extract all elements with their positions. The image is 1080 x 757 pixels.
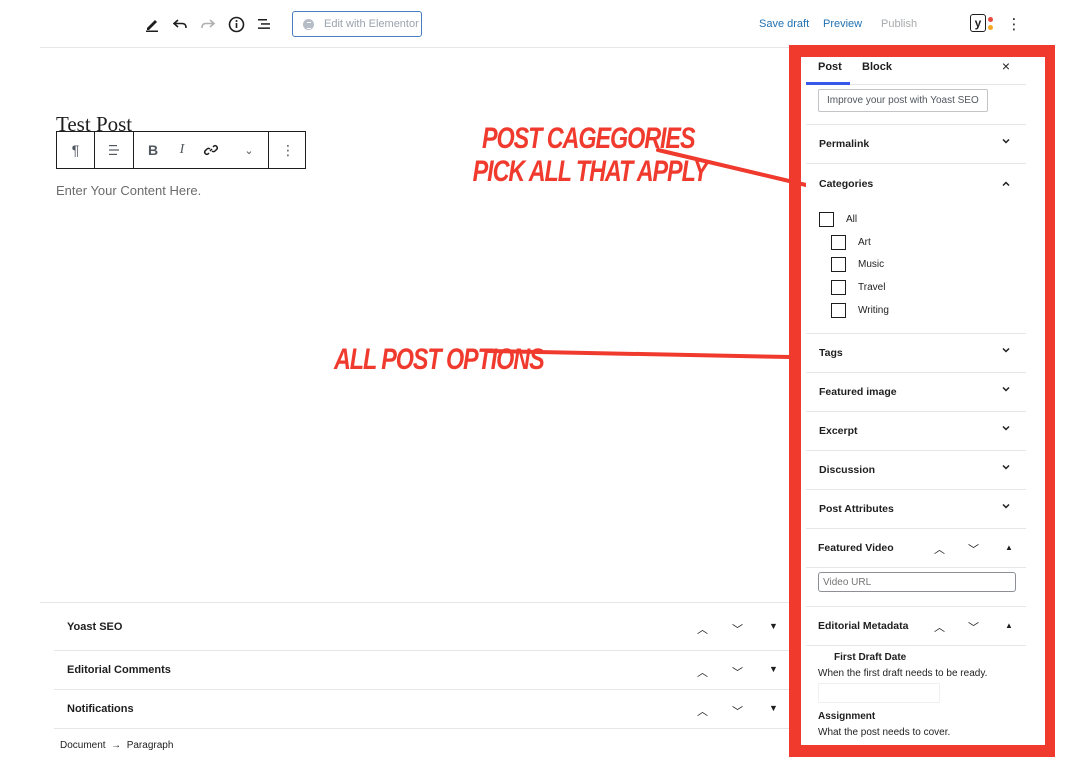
annotation-categories-line1: POST CAGEGORIES bbox=[482, 122, 696, 155]
move-down-icon[interactable]: ﹀ bbox=[732, 621, 743, 637]
paragraph-block[interactable]: Enter Your Content Here. bbox=[56, 183, 201, 198]
block-toolbar: ¶ B I ⌄ ⋮ bbox=[56, 131, 306, 169]
top-toolbar: Edit with Elementor Save draft Preview P… bbox=[40, 0, 1050, 48]
yoast-logo-icon[interactable]: y bbox=[970, 14, 993, 34]
preview-button[interactable]: Preview bbox=[823, 18, 862, 30]
info-icon[interactable] bbox=[224, 12, 248, 36]
align-icon[interactable] bbox=[95, 132, 133, 168]
meta-boxes: Yoast SEO ︿ ﹀ ▼ Editorial Comments ︿ ﹀ ▼… bbox=[40, 602, 790, 729]
elementor-button-label: Edit with Elementor bbox=[324, 18, 419, 30]
publish-button[interactable]: Publish bbox=[881, 18, 917, 30]
redo-icon[interactable] bbox=[196, 12, 220, 36]
annotation-categories-line2: PICK ALL THAT APPLY bbox=[472, 155, 709, 188]
meta-box-notifications[interactable]: Notifications ︿ ﹀ ▼ bbox=[54, 690, 790, 729]
edit-with-elementor-button[interactable]: Edit with Elementor bbox=[292, 11, 422, 37]
move-down-icon[interactable]: ﹀ bbox=[732, 703, 743, 719]
list-view-icon[interactable] bbox=[252, 12, 276, 36]
annotation-categories: POST CAGEGORIES PICK ALL THAT APPLY bbox=[473, 122, 709, 187]
block-breadcrumb[interactable]: Document → Paragraph bbox=[60, 740, 173, 751]
save-draft-button[interactable]: Save draft bbox=[759, 18, 809, 30]
meta-box-label: Yoast SEO bbox=[67, 620, 123, 633]
move-up-icon[interactable]: ︿ bbox=[697, 621, 708, 637]
toggle-panel-icon[interactable]: ▼ bbox=[769, 621, 778, 631]
meta-box-yoast[interactable]: Yoast SEO ︿ ﹀ ▼ bbox=[54, 603, 790, 651]
more-options-icon[interactable]: ⋮ bbox=[1002, 12, 1026, 36]
meta-box-label: Notifications bbox=[67, 703, 134, 715]
move-up-icon[interactable]: ︿ bbox=[697, 664, 708, 680]
elementor-icon bbox=[303, 18, 314, 30]
undo-icon[interactable] bbox=[168, 12, 192, 36]
move-down-icon[interactable]: ﹀ bbox=[732, 664, 743, 680]
move-up-icon[interactable]: ︿ bbox=[697, 703, 708, 719]
annotation-highlight-frame bbox=[789, 45, 1055, 757]
annotation-post-options: ALL POST OPTIONS bbox=[334, 343, 545, 376]
link-icon[interactable] bbox=[192, 132, 230, 168]
toggle-panel-icon[interactable]: ▼ bbox=[769, 703, 778, 713]
tools-pencil-icon[interactable] bbox=[140, 12, 164, 36]
block-options-icon[interactable]: ⋮ bbox=[269, 132, 307, 168]
bold-icon[interactable]: B bbox=[134, 132, 172, 168]
meta-box-label: Editorial Comments bbox=[67, 664, 171, 676]
chevron-down-icon[interactable]: ⌄ bbox=[230, 132, 268, 168]
italic-icon[interactable]: I bbox=[172, 132, 192, 168]
meta-box-editorial-comments[interactable]: Editorial Comments ︿ ﹀ ▼ bbox=[54, 651, 790, 690]
toggle-panel-icon[interactable]: ▼ bbox=[769, 664, 778, 674]
paragraph-icon[interactable]: ¶ bbox=[57, 132, 94, 168]
